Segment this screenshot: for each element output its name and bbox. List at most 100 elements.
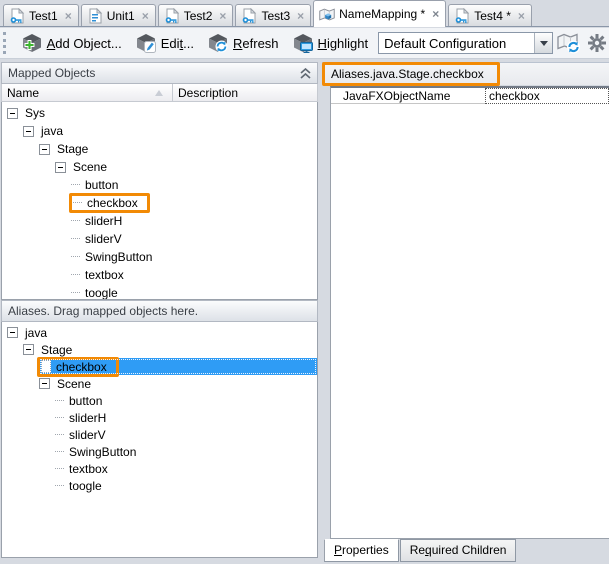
edit-object-icon [136,33,156,53]
close-tab-icon[interactable]: × [142,9,149,23]
tab-label: NameMapping * [339,7,426,21]
configuration-select[interactable]: Default Configuration [378,32,553,54]
tree-item-sliderh[interactable]: sliderH [71,212,317,230]
close-tab-icon[interactable]: × [219,9,226,23]
tab-required-children[interactable]: Required Children [399,539,517,562]
tab-namemapping[interactable]: NameMapping * × [313,0,447,27]
tree-item-label: sliderV [69,427,106,442]
tree-item-toogle[interactable]: toogle [71,284,317,299]
tree-item-sliderv[interactable]: sliderV [55,426,317,443]
update-namemapping-icon[interactable] [557,31,581,55]
collapse-toggle-icon[interactable] [39,143,50,155]
add-object-button[interactable]: Add Object... [15,31,129,55]
highlight-button[interactable]: Highlight [286,31,376,55]
object-inspector-panel: Aliases.java.Stage.checkbox JavaFXObject… [322,60,609,564]
close-tab-icon[interactable]: × [432,7,439,21]
mapped-objects-title: Mapped Objects [8,66,96,80]
add-object-icon [22,33,42,53]
edit-button[interactable]: Edit... [129,31,201,55]
keyword-test-icon [454,7,470,24]
tree-connector [55,416,64,419]
tree-item-swingbutton[interactable]: SwingButton [55,443,317,460]
tree-item-button[interactable]: button [71,176,317,194]
sort-ascending-icon [155,89,163,96]
collapse-panel-icon[interactable] [300,67,311,79]
tab-test4[interactable]: Test4 * × [448,4,532,26]
tree-item-label: Stage [57,142,89,156]
toolbar-button-label: Add Object... [46,35,122,51]
close-tab-icon[interactable]: × [297,9,304,23]
tree-item-checkbox[interactable]: checkbox [69,193,317,213]
tab-test2[interactable]: Test2 × [157,4,234,26]
collapse-toggle-icon[interactable] [55,161,66,173]
tree-item-label: toogle [69,478,102,493]
tree-item-label: button [69,393,103,408]
tree-item-checkbox[interactable]: checkbox [37,356,317,377]
column-header-description[interactable]: Description [173,84,317,101]
inspector-path: Aliases.java.Stage.checkbox [331,66,484,81]
mapped-objects-tree: Sys java Stage Scene button checkbox sliderH sl… [1,102,318,300]
toolbar-right-icons [553,31,609,55]
toolbar-button-label: Edit... [160,35,195,51]
tree-item-textbox[interactable]: textbox [71,266,317,284]
tree-item-stage[interactable]: Stage [23,341,317,358]
keyword-test-icon [9,7,25,24]
close-tab-icon[interactable]: × [518,9,525,23]
keyword-test-icon [241,7,257,24]
property-name-cell: JavaFXObjectName [331,88,485,104]
tree-item-java[interactable]: java [7,324,317,341]
tab-unit1[interactable]: Unit1 × [80,4,156,26]
inspector-properties-grid: JavaFXObjectName checkbox [330,86,609,539]
tree-connector [41,360,51,373]
refresh-button[interactable]: Refresh [201,31,286,55]
tree-item-scene[interactable]: Scene [55,158,317,176]
collapse-toggle-icon[interactable] [7,327,18,338]
property-value-cell[interactable]: checkbox [485,88,609,104]
tree-item-label: textbox [85,268,124,282]
tree-item-label: SwingButton [69,444,137,459]
close-tab-icon[interactable]: × [65,9,72,23]
configuration-select-value: Default Configuration [384,35,507,51]
tree-item-sys[interactable]: Sys [7,104,317,122]
editor-tabs: Test1 × Unit1 × Test2 × Test3 × NameMapping * × Te… [0,0,609,27]
column-name-label: Name [7,85,40,100]
annotation-orange-box: checkbox [37,356,119,377]
tab-test1[interactable]: Test1 × [3,4,79,26]
toolbar-buttons: Add Object... Edit... Refresh Highlight [15,31,376,55]
chevron-down-icon[interactable] [534,33,552,53]
property-row: JavaFXObjectName checkbox [331,88,609,104]
tab-label: Test2 [183,8,213,23]
tree-item-sliderh[interactable]: sliderH [55,409,317,426]
keyword-test-icon [164,7,180,24]
tree-item-label: Scene [57,376,92,391]
tree-item-label: SwingButton [85,250,153,264]
settings-gear-icon[interactable] [585,31,609,55]
toolbar-grip-handle[interactable] [3,32,8,54]
highlight-object-icon [293,33,313,53]
tree-item-scene[interactable]: Scene [39,375,317,392]
toolbar-button-label: Refresh [233,35,279,51]
mapped-objects-column-headers: Name Description [1,84,318,102]
tree-item-label: checkbox [87,196,138,210]
collapse-toggle-icon[interactable] [39,378,50,389]
tree-item-toogle[interactable]: toogle [55,477,317,494]
tree-item-java[interactable]: java [23,122,317,140]
tree-item-stage[interactable]: Stage [39,140,317,158]
tree-connector [55,399,64,402]
tab-label: Test3 [261,8,291,23]
tree-item-label: checkbox [56,359,107,374]
tree-item-sliderv[interactable]: sliderV [71,230,317,248]
toolbar-button-label: Highlight [317,35,369,51]
annotation-orange-box: checkbox [69,193,150,213]
tree-item-button[interactable]: button [55,392,317,409]
column-header-name[interactable]: Name [2,84,173,101]
tree-item-swingbutton[interactable]: SwingButton [71,248,317,266]
collapse-toggle-icon[interactable] [23,344,34,355]
collapse-toggle-icon[interactable] [7,107,18,119]
tree-item-textbox[interactable]: textbox [55,460,317,477]
tab-test3[interactable]: Test3 × [235,4,312,26]
tab-properties[interactable]: Properties [324,539,399,562]
collapse-toggle-icon[interactable] [23,125,34,137]
tree-connector [71,274,80,276]
tree-item-label: button [85,178,119,192]
